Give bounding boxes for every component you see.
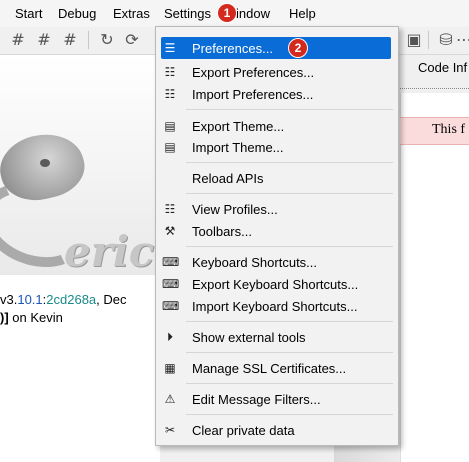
menu-separator: [186, 162, 393, 163]
shell-banner-line1: v3.10.1:2cd268a, Dec: [0, 292, 127, 307]
menu-item-keyboard-shortcuts[interactable]: ⌨ Keyboard Shortcuts...: [156, 251, 398, 273]
keyboard-icon: ⌨: [162, 255, 180, 269]
menu-item-manage-ssl-certificates[interactable]: ▦ Manage SSL Certificates...: [156, 357, 398, 379]
import-preferences-icon: ☷: [164, 87, 176, 101]
toolbars-icon: ⚒: [164, 224, 176, 238]
menu-item-label: Reload APIs: [192, 171, 264, 186]
import-keyboard-icon: ⌨: [162, 299, 180, 313]
eric-logo-text: eric: [64, 227, 155, 276]
shell-version-suffix: , Dec: [96, 292, 127, 307]
shell-bracket: )]: [0, 310, 9, 325]
shell-version-number: 10.1: [17, 292, 43, 307]
dotted-divider: [400, 88, 469, 89]
menu-separator: [186, 383, 393, 384]
save-table-icon[interactable]: ▣: [404, 30, 424, 50]
menu-item-label: Keyboard Shortcuts...: [192, 255, 318, 270]
menu-item-label: Edit Message Filters...: [192, 392, 321, 407]
snake-eye-graphic: [40, 159, 50, 167]
menu-help[interactable]: Help: [289, 6, 316, 21]
menu-item-label: Import Preferences...: [192, 87, 314, 102]
menu-item-label: Export Preferences...: [192, 65, 315, 80]
toolbar-separator: [88, 31, 89, 49]
menu-extras[interactable]: Extras: [113, 6, 150, 21]
shell-version-prefix: v3.: [0, 292, 18, 307]
export-preferences-icon: ☷: [164, 65, 176, 79]
menu-separator: [186, 193, 393, 194]
menu-separator: [186, 109, 393, 110]
menu-item-export-keyboard-shortcuts[interactable]: ⌨ Export Keyboard Shortcuts...: [156, 273, 398, 295]
menu-item-label: Export Theme...: [192, 119, 285, 134]
menu-item-label: View Profiles...: [192, 202, 278, 217]
menu-separator: [186, 321, 393, 322]
left-pane: eric v3.10.1:2cd268a, Dec )] on Kevin: [0, 55, 160, 462]
export-keyboard-icon: ⌨: [162, 277, 180, 291]
play-circle-icon: ⏵: [166, 330, 173, 344]
step-badge-1: 1: [218, 4, 236, 22]
menu-item-reload-apis[interactable]: Reload APIs: [156, 167, 398, 189]
menu-item-preferences[interactable]: ☰ Preferences...: [161, 37, 391, 59]
menu-item-edit-message-filters[interactable]: ⚠ Edit Message Filters...: [156, 388, 398, 410]
certificate-icon: ▦: [164, 361, 176, 375]
menu-item-import-theme[interactable]: ▤ Import Theme...: [156, 136, 398, 158]
shell-banner-line2: )] on Kevin: [0, 310, 63, 325]
menu-item-clear-private-data[interactable]: ✂ Clear private data: [156, 419, 398, 441]
import-theme-icon: ▤: [164, 140, 176, 154]
redo-icon[interactable]: ↻: [97, 30, 117, 50]
view-profiles-icon: ☷: [164, 202, 176, 216]
menu-item-show-external-tools[interactable]: ⏵ Show external tools: [156, 326, 398, 348]
menu-item-view-profiles[interactable]: ☷ View Profiles...: [156, 198, 398, 220]
hash-grid-icon[interactable]: #: [8, 30, 28, 50]
menu-item-label: Show external tools: [192, 330, 306, 345]
shell-version-hash: 2cd268a: [46, 292, 97, 307]
hash-wand-icon[interactable]: #: [60, 30, 80, 50]
menu-item-label: Export Keyboard Shortcuts...: [192, 277, 359, 292]
menu-item-label: Preferences...: [192, 41, 273, 56]
menu-debug[interactable]: Debug: [58, 6, 96, 21]
menu-separator: [186, 414, 393, 415]
menu-item-import-keyboard-shortcuts[interactable]: ⌨ Import Keyboard Shortcuts...: [156, 295, 398, 317]
menu-item-import-preferences[interactable]: ☷ Import Preferences...: [156, 83, 398, 105]
preferences-icon: ☰: [164, 41, 176, 55]
eric-logo-banner: eric: [0, 55, 160, 282]
menu-window[interactable]: indow: [236, 6, 270, 21]
settings-dropdown-menu: ☰ Preferences... ☷ Export Preferences...…: [155, 26, 399, 446]
warning-icon: ⚠: [164, 392, 176, 406]
hash-grid-icon[interactable]: #: [34, 30, 54, 50]
menu-item-export-theme[interactable]: ▤ Export Theme...: [156, 115, 398, 137]
info-message-text: This f: [432, 122, 466, 137]
code-info-tab[interactable]: Code Inf: [418, 60, 467, 75]
menu-item-export-preferences[interactable]: ☷ Export Preferences...: [156, 61, 398, 83]
menu-separator: [186, 246, 393, 247]
menu-item-label: Import Keyboard Shortcuts...: [192, 299, 358, 314]
code-info-panel: [400, 93, 469, 462]
export-theme-icon: ▤: [164, 119, 176, 133]
toolbar-separator: [428, 31, 429, 49]
reload-icon[interactable]: ⟳: [122, 30, 142, 50]
broom-icon: ✂: [164, 423, 176, 437]
menu-item-toolbars[interactable]: ⚒ Toolbars...: [156, 220, 398, 242]
menu-start[interactable]: Start: [15, 6, 42, 21]
more-icon[interactable]: ⋯: [454, 30, 469, 50]
shell-host-text: on Kevin: [8, 310, 63, 325]
menu-settings[interactable]: Settings: [164, 6, 211, 21]
database-add-icon[interactable]: ⛁: [436, 30, 456, 50]
menu-item-label: Import Theme...: [192, 140, 284, 155]
menu-item-label: Toolbars...: [192, 224, 252, 239]
menu-separator: [186, 352, 393, 353]
menu-item-label: Manage SSL Certificates...: [192, 361, 347, 376]
menu-item-label: Clear private data: [192, 423, 295, 438]
step-badge-2: 2: [289, 39, 307, 57]
